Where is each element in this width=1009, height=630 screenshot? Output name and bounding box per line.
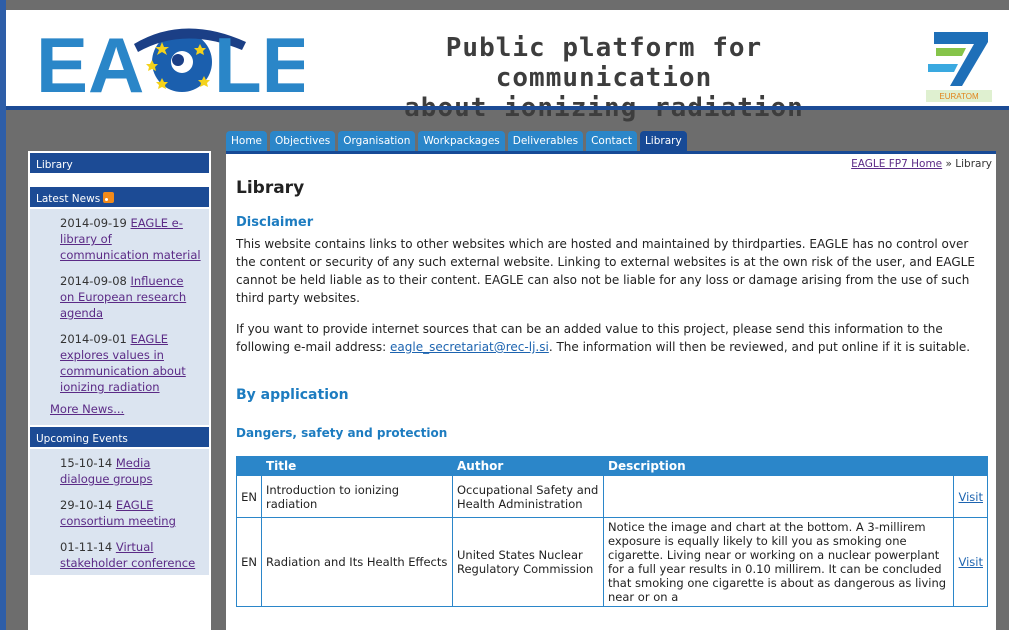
latest-news-heading: Latest News [28,185,211,209]
more-news-link[interactable]: More News... [50,402,124,416]
logo-letters-le: LE [214,21,304,98]
visit-link[interactable]: Visit [958,555,983,569]
sidebar-library-heading[interactable]: Library [28,151,211,175]
news-item: 2014-09-08 Influence on European researc… [30,267,209,325]
tab-objectives[interactable]: Objectives [270,131,336,151]
event-date: 01-11-14 [60,540,113,554]
euratom-label: EURATOM [939,92,979,101]
news-item: 2014-09-19 EAGLE e-library of communicat… [30,209,209,267]
description-column-header: Description [602,456,955,476]
latest-news-list: 2014-09-19 EAGLE e-library of communicat… [30,209,209,425]
event-date: 29-10-14 [60,498,113,512]
disclaimer-heading: Disclaimer [236,215,314,230]
latest-news-label: Latest News [36,193,101,205]
euratom-fp7-logo[interactable]: EURATOM [922,24,996,104]
eagle-logo[interactable]: EA LE [34,20,304,98]
upcoming-events-list: 15-10-14 Media dialogue groups 29-10-14 … [30,449,209,575]
sidebar: Library Latest News 2014-09-19 EAGLE e-l… [28,151,211,630]
row-description [602,475,955,518]
row-language: EN [236,517,262,607]
library-table: Title Author Description EN Introduction… [236,456,988,607]
breadcrumb-home-link[interactable]: EAGLE FP7 Home [851,158,942,170]
event-date: 15-10-14 [60,456,113,470]
lang-column-header [236,456,262,476]
row-visit-cell: Visit [953,517,988,607]
author-column-header: Author [452,456,604,476]
by-application-heading: By application [236,387,349,403]
main-navigation: Home Objectives Organisation Workpackage… [226,131,687,151]
contact-paragraph: If you want to provide internet sources … [236,320,988,356]
logo-letters-ea: EA [36,21,144,98]
table-header-row: Title Author Description [236,456,988,476]
breadcrumb: EAGLE FP7 Home » Library [851,158,992,170]
row-language: EN [236,475,262,518]
rss-icon[interactable] [103,192,115,203]
table-row: EN Introduction to ionizing radiation Oc… [236,475,988,518]
page-title: Library [236,178,305,198]
top-strip [6,0,1009,10]
tab-contact[interactable]: Contact [586,131,637,151]
row-title: Radiation and Its Health Effects [261,517,453,607]
row-author: United States Nuclear Regulatory Commiss… [452,517,604,607]
tab-library[interactable]: Library [639,131,687,151]
row-title: Introduction to ionizing radiation [261,475,453,518]
news-date: 2014-09-08 [60,274,127,288]
visit-column-header [953,456,988,476]
disclaimer-text: This website contains links to other web… [236,237,975,305]
event-item: 15-10-14 Media dialogue groups [30,449,209,491]
main-content: EAGLE FP7 Home » Library Library Disclai… [226,154,996,630]
tagline-line-1: Public platform for communication [445,33,763,93]
upcoming-events-heading: Upcoming Events [28,425,211,449]
title-column-header: Title [261,456,453,476]
contact-email-link[interactable]: eagle_secretariat@rec-lj.si [390,340,549,354]
site-header: EA LE Public platform for communication … [6,10,1009,123]
more-news: More News... [30,399,209,425]
news-item: 2014-09-01 EAGLE explores values in comm… [30,325,209,399]
event-item: 29-10-14 EAGLE consortium meeting [30,491,209,533]
event-item: 01-11-14 Virtual stakeholder conference [30,533,209,575]
row-author: Occupational Safety and Health Administr… [452,475,604,518]
breadcrumb-separator: » [945,158,952,170]
contact-text-after: . The information will then be reviewed,… [548,340,971,354]
table-row: EN Radiation and Its Health Effects Unit… [236,517,988,607]
tab-deliverables[interactable]: Deliverables [507,131,584,151]
tab-home[interactable]: Home [226,131,268,151]
breadcrumb-current: Library [955,158,992,170]
news-date: 2014-09-19 [60,216,127,230]
tab-organisation[interactable]: Organisation [338,131,416,151]
visit-link[interactable]: Visit [958,490,983,504]
header-underline [6,106,1009,110]
dangers-heading: Dangers, safety and protection [236,426,448,440]
tab-workpackages[interactable]: Workpackages [418,131,505,151]
row-visit-cell: Visit [953,475,988,518]
news-date: 2014-09-01 [60,332,127,346]
row-description: Notice the image and chart at the bottom… [602,517,955,607]
